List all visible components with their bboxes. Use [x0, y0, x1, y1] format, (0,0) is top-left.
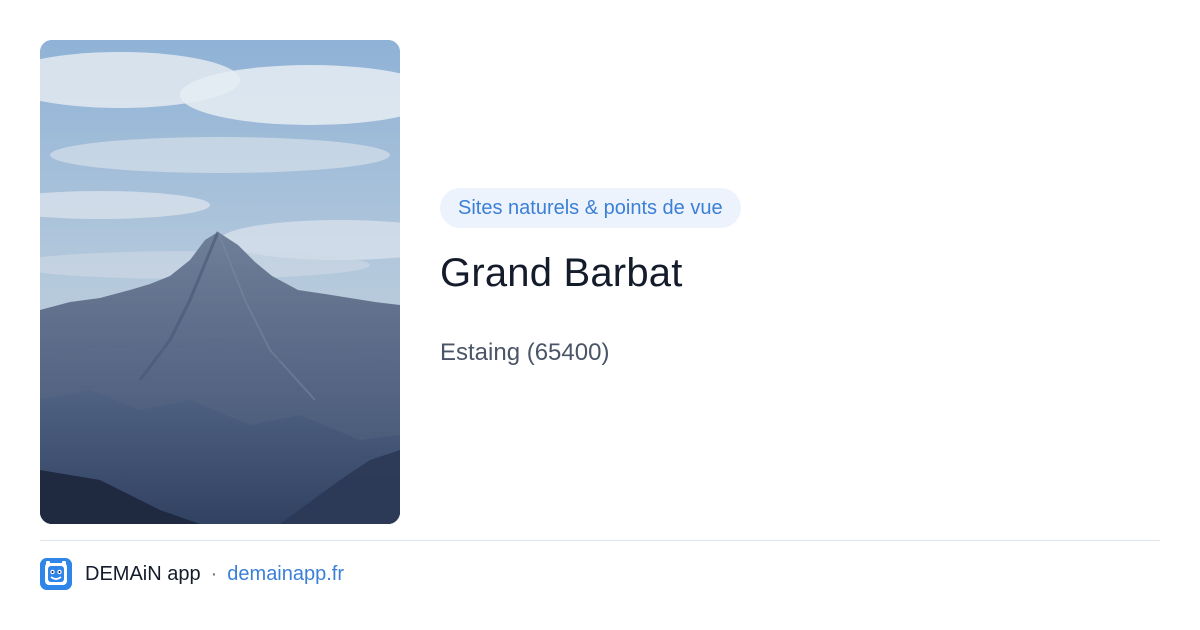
place-photo [40, 40, 400, 524]
place-info: Sites naturels & points de vue Grand Bar… [440, 188, 1160, 368]
app-name: DEMAiN app [85, 562, 201, 585]
place-location: Estaing (65400) [440, 339, 610, 366]
footer: DEMAiN app · demainapp.fr [40, 558, 344, 590]
divider [40, 540, 1160, 541]
page-title: Grand Barbat [440, 251, 683, 295]
demain-app-logo-icon [40, 558, 72, 590]
category-badge[interactable]: Sites naturels & points de vue [440, 188, 741, 228]
separator: · [210, 562, 218, 585]
app-website-link[interactable]: demainapp.fr [227, 563, 344, 586]
mountain-image [40, 40, 400, 524]
share-card: Sites naturels & points de vue Grand Bar… [0, 0, 1200, 630]
